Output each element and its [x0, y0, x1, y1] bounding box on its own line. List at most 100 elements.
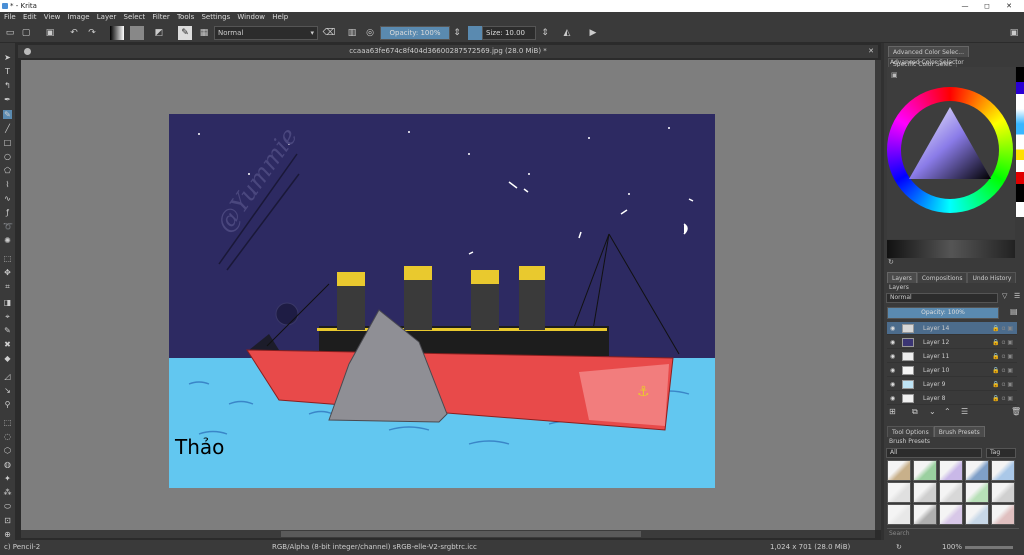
bezier-select-icon[interactable]: ⬭ — [3, 502, 12, 511]
minimize-button[interactable]: — — [954, 0, 976, 12]
scrollbar-thumb[interactable] — [281, 531, 641, 537]
delete-layer-icon[interactable]: 🗑 — [1011, 406, 1021, 418]
contiguous-select-icon[interactable]: ✦ — [3, 474, 12, 483]
menu-help[interactable]: Help — [272, 12, 288, 23]
eraser-mode-icon[interactable]: ⌫ — [322, 26, 336, 40]
duplicate-layer-icon[interactable]: ⧉ — [912, 406, 918, 418]
menu-view[interactable]: View — [44, 12, 61, 23]
brush-preset[interactable] — [939, 504, 963, 525]
gradient-tool-icon[interactable]: ◨ — [3, 298, 12, 307]
move-layer-down-icon[interactable]: ⌄ — [929, 406, 936, 418]
eye-icon[interactable]: ◉ — [890, 322, 898, 335]
brush-preset[interactable] — [913, 482, 937, 503]
opacity-slider[interactable]: Opacity: 100% — [380, 26, 450, 40]
filter-icon[interactable]: ▽ — [1002, 292, 1007, 300]
move-layer-up-icon[interactable]: ⌃ — [944, 406, 951, 418]
edit-shapes-icon[interactable]: ↰ — [3, 81, 12, 90]
canvas-artwork[interactable]: @Yummie ⚓ Thảo — [169, 114, 715, 488]
polygon-select-icon[interactable]: ⬡ — [3, 446, 12, 455]
magnetic-select-icon[interactable]: ⊡ — [3, 516, 12, 525]
brush-preset[interactable] — [991, 460, 1015, 481]
brush-preset[interactable] — [965, 482, 989, 503]
layer-row[interactable]: ◉ Layer 9 🔒 α ▣ — [887, 378, 1017, 391]
brush-preset[interactable] — [991, 504, 1015, 525]
size-spin-icon[interactable]: ⇕ — [540, 26, 550, 40]
zoom-tool-icon[interactable]: ⊕ — [3, 530, 12, 539]
layer-blend-select[interactable]: Normal — [886, 293, 998, 303]
brush-preset[interactable] — [965, 504, 989, 525]
eye-icon[interactable]: ◉ — [890, 336, 898, 349]
layer-flags-icon[interactable]: 🔒 α ▣ — [992, 364, 1013, 377]
menu-window[interactable]: Window — [237, 12, 265, 23]
menu-tools[interactable]: Tools — [177, 12, 194, 23]
layer-flags-icon[interactable]: 🔒 α ▣ — [992, 322, 1013, 335]
wrap-around-icon[interactable]: ◎ — [364, 26, 376, 40]
measure-tool-icon[interactable]: ↘ — [3, 386, 12, 395]
ellipse-tool-icon[interactable]: ○ — [3, 152, 12, 161]
layer-row[interactable]: ◉ Layer 11 🔒 α ▣ — [887, 350, 1017, 363]
color-history-strip[interactable] — [1016, 67, 1024, 217]
mirror-vertical-icon[interactable]: ▶ — [586, 26, 600, 40]
document-tab[interactable]: ccaaa63fe674c8f404d36600287572569.jpg (2… — [18, 45, 878, 58]
vertical-scrollbar[interactable] — [875, 60, 881, 530]
minimal-shade-selector[interactable] — [887, 240, 1015, 258]
text-tool-icon[interactable]: T — [3, 67, 12, 76]
refresh-icon[interactable]: ↻ — [888, 258, 894, 266]
polyline-tool-icon[interactable]: ⌇ — [3, 180, 12, 189]
similar-select-icon[interactable]: ⁂ — [3, 488, 12, 497]
color-selector-area[interactable]: ▣ — [887, 67, 1015, 239]
brush-preset[interactable] — [939, 482, 963, 503]
brush-preset[interactable] — [991, 482, 1015, 503]
layer-list-icon[interactable]: ▤ — [1010, 307, 1018, 316]
brush-preset[interactable] — [939, 460, 963, 481]
tab-compositions[interactable]: Compositions — [916, 272, 968, 283]
new-document-icon[interactable]: ▭ — [4, 26, 16, 40]
brush-preset[interactable] — [887, 460, 911, 481]
layer-row[interactable]: ◉ Layer 12 🔒 α ▣ — [887, 336, 1017, 349]
blend-mode-select[interactable]: Normal ▾ — [214, 26, 318, 40]
layer-flags-icon[interactable]: 🔒 α ▣ — [992, 350, 1013, 363]
brush-tag-select[interactable]: Tag — [986, 448, 1016, 458]
add-layer-icon[interactable]: ⊞ — [889, 406, 896, 418]
layer-flags-icon[interactable]: 🔒 α ▣ — [992, 378, 1013, 391]
saturation-triangle[interactable] — [905, 105, 995, 195]
colorize-mask-icon[interactable]: ✎ — [3, 326, 12, 335]
save-icon[interactable]: ▣ — [44, 26, 56, 40]
multibrush-icon[interactable]: ✺ — [3, 236, 12, 245]
eye-icon[interactable]: ◉ — [890, 364, 898, 377]
zoom-slider[interactable] — [965, 546, 1013, 549]
brush-preset[interactable] — [913, 460, 937, 481]
layer-flags-icon[interactable]: 🔒 α ▣ — [992, 392, 1013, 405]
ellipse-select-icon[interactable]: ◌ — [3, 432, 12, 441]
freehand-brush-icon[interactable]: ✎ — [3, 110, 12, 119]
panel-toggle-icon[interactable]: ▣ — [1008, 26, 1020, 40]
bezier-tool-icon[interactable]: ∿ — [3, 194, 12, 203]
menu-edit[interactable]: Edit — [23, 12, 37, 23]
tab-advanced-color[interactable]: Advanced Color Selec... — [888, 46, 969, 57]
menu-file[interactable]: File — [4, 12, 16, 23]
layer-row[interactable]: ◉ Layer 8 🔒 α ▣ — [887, 392, 1017, 405]
crop-tool-icon[interactable]: ⌗ — [3, 282, 12, 291]
select-shape-icon[interactable]: ➤ — [3, 53, 12, 62]
rectangle-tool-icon[interactable]: □ — [3, 138, 12, 147]
brush-filter-select[interactable]: All — [886, 448, 982, 458]
fill-tool-icon[interactable]: ◆ — [3, 354, 12, 363]
smart-patch-icon[interactable]: ✖ — [3, 340, 12, 349]
eye-icon[interactable]: ◉ — [890, 378, 898, 391]
eye-icon[interactable]: ◉ — [890, 350, 898, 363]
brush-preset[interactable] — [887, 504, 911, 525]
horizontal-scrollbar[interactable] — [21, 530, 875, 538]
redo-icon[interactable]: ↷ — [86, 26, 98, 40]
layer-row[interactable]: ◉ Layer 10 🔒 α ▣ — [887, 364, 1017, 377]
fg-bg-color-icon[interactable]: ◩ — [152, 26, 166, 40]
color-settings-icon[interactable]: ▣ — [891, 71, 898, 79]
dynamic-brush-icon[interactable]: ➰ — [3, 222, 13, 231]
open-document-icon[interactable]: ▢ — [20, 26, 32, 40]
rect-select-icon[interactable]: ⬚ — [3, 418, 12, 427]
menu-select[interactable]: Select — [124, 12, 146, 23]
zoom-level[interactable]: 100% — [942, 540, 962, 555]
maximize-button[interactable]: ◻ — [976, 0, 998, 12]
gradient-swatch[interactable] — [110, 26, 124, 40]
assistant-tool-icon[interactable]: ◿ — [3, 372, 12, 381]
layer-menu-icon[interactable]: ☰ — [1014, 292, 1020, 300]
